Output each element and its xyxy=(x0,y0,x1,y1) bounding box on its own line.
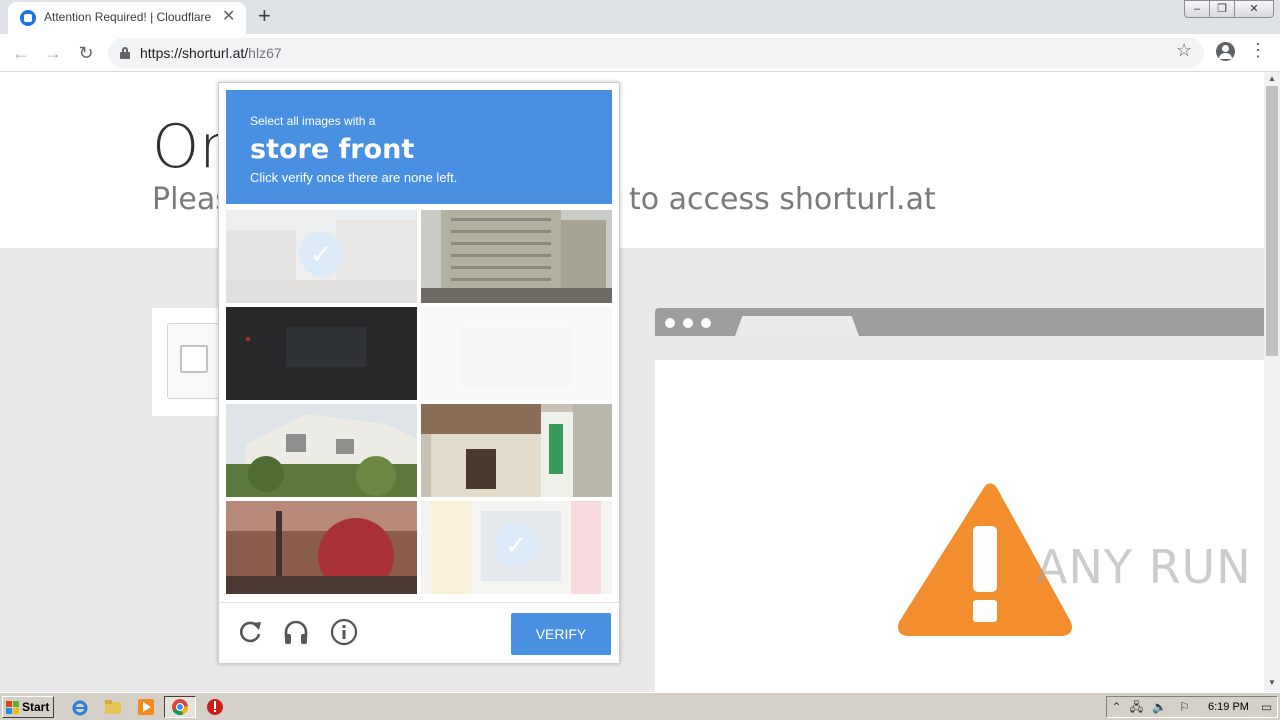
action-center-flag-icon[interactable]: ⚐ xyxy=(1177,700,1192,715)
scroll-down-arrow[interactable]: ▼ xyxy=(1264,676,1280,690)
info-icon[interactable] xyxy=(329,617,359,647)
challenge-instruction: Select all images with a xyxy=(250,114,376,128)
window-minimize-button[interactable]: ‒ xyxy=(1184,0,1210,18)
arrow-right-icon[interactable]: → xyxy=(40,40,66,66)
arrow-left-icon[interactable]: ← xyxy=(8,40,34,66)
challenge-footer: VERIFY xyxy=(219,602,619,664)
lock-icon[interactable] xyxy=(120,47,130,59)
show-desktop-icon[interactable]: ▭ xyxy=(1259,700,1274,715)
start-button[interactable]: Start xyxy=(2,696,54,718)
page-scrollbar[interactable]: ▲ ▼ xyxy=(1264,72,1280,692)
tile-image xyxy=(421,210,612,303)
tile-image xyxy=(421,404,612,497)
anyrun-watermark: ANY RUN xyxy=(1036,540,1252,594)
system-tray: ⌃ 🖧 🔈 ⚐ 6:19 PM ▭ xyxy=(1106,696,1278,718)
tile-image xyxy=(226,501,417,594)
browser-toolbar: ← → ↻ https://shorturl.at/hlz67 xyxy=(0,34,1280,72)
image-tile-4[interactable] xyxy=(421,307,612,400)
url-host: https://shorturl.at/ xyxy=(140,45,249,61)
image-tile-1[interactable]: ✓ xyxy=(226,210,417,303)
reload-icon[interactable]: ↻ xyxy=(73,40,99,66)
challenge-target: store front xyxy=(250,134,415,165)
kebab-menu-icon[interactable]: ⋮ xyxy=(1249,40,1267,61)
image-tile-2[interactable] xyxy=(421,210,612,303)
media-player-icon[interactable] xyxy=(136,697,156,717)
illustration-body xyxy=(655,360,1264,692)
address-bar[interactable]: https://shorturl.at/hlz67 xyxy=(108,38,1204,68)
star-icon[interactable]: ☆ xyxy=(1176,40,1192,61)
headphones-icon[interactable] xyxy=(281,617,311,647)
profile-icon[interactable] xyxy=(1216,42,1235,61)
checkmark-icon: ✓ xyxy=(494,523,538,567)
illustration-dot xyxy=(683,318,693,328)
reload-icon[interactable] xyxy=(235,617,265,647)
illustration-title-bar xyxy=(655,308,1264,336)
page-viewport: On Pleas to access shorturl.at ▲ ▼ xyxy=(0,72,1280,692)
illustration-dot xyxy=(665,318,675,328)
tile-image xyxy=(226,307,417,400)
volume-icon[interactable]: 🔈 xyxy=(1152,700,1167,715)
verify-button[interactable]: VERIFY xyxy=(511,613,611,655)
captcha-challenge-dialog: Select all images with a store front Cli… xyxy=(218,82,620,664)
alert-app-icon[interactable] xyxy=(205,697,225,717)
windows-taskbar: Start ⌃ 🖧 🔈 ⚐ 6:19 PM ▭ xyxy=(0,692,1280,720)
browser-tab[interactable]: Attention Required! | Cloudflare ✕ xyxy=(8,2,246,34)
illustration-tab xyxy=(735,316,859,336)
cloudflare-header: On Pleas to access shorturl.at xyxy=(0,72,1264,248)
challenge-image-grid: ✓ ✓ xyxy=(226,210,612,594)
window-restore-button[interactable]: ❐ xyxy=(1209,0,1235,18)
browser-illustration xyxy=(655,308,1264,692)
scroll-up-arrow[interactable]: ▲ xyxy=(1264,72,1280,86)
start-label: Start xyxy=(22,700,50,714)
cloudflare-favicon-icon xyxy=(20,10,36,26)
scroll-thumb[interactable] xyxy=(1266,86,1278,356)
checkmark-icon: ✓ xyxy=(299,232,343,276)
window-close-button[interactable]: ✕ xyxy=(1234,0,1274,18)
page-subhead-end: to access shorturl.at xyxy=(629,182,936,217)
chrome-icon xyxy=(172,699,188,716)
browser-tab-strip: Attention Required! | Cloudflare ✕ + ‒ ❐… xyxy=(0,0,1280,34)
image-tile-7[interactable] xyxy=(226,501,417,594)
file-explorer-icon[interactable] xyxy=(103,697,123,717)
image-tile-6[interactable] xyxy=(421,404,612,497)
new-tab-icon[interactable]: + xyxy=(258,4,271,28)
chrome-taskbar-button[interactable] xyxy=(164,696,196,718)
url-text[interactable]: https://shorturl.at/hlz67 xyxy=(140,45,282,61)
network-icon[interactable]: 🖧 xyxy=(1129,700,1144,715)
taskbar-clock[interactable]: 6:19 PM xyxy=(1208,701,1249,713)
image-tile-8[interactable]: ✓ xyxy=(421,501,612,594)
recaptcha-checkbox[interactable] xyxy=(180,345,208,373)
show-hidden-icons-icon[interactable]: ⌃ xyxy=(1109,700,1124,715)
tile-image xyxy=(421,307,612,400)
internet-explorer-icon[interactable] xyxy=(70,697,90,717)
url-path: hlz67 xyxy=(248,45,282,61)
tile-image xyxy=(226,404,417,497)
illustration-dot xyxy=(701,318,711,328)
image-tile-5[interactable] xyxy=(226,404,417,497)
windows-flag-icon xyxy=(6,701,19,714)
tab-title: Attention Required! | Cloudflare xyxy=(44,10,212,24)
challenge-note: Click verify once there are none left. xyxy=(250,170,458,185)
challenge-header: Select all images with a store front Cli… xyxy=(226,90,612,204)
tab-close-icon[interactable]: ✕ xyxy=(222,8,235,26)
image-tile-3[interactable] xyxy=(226,307,417,400)
